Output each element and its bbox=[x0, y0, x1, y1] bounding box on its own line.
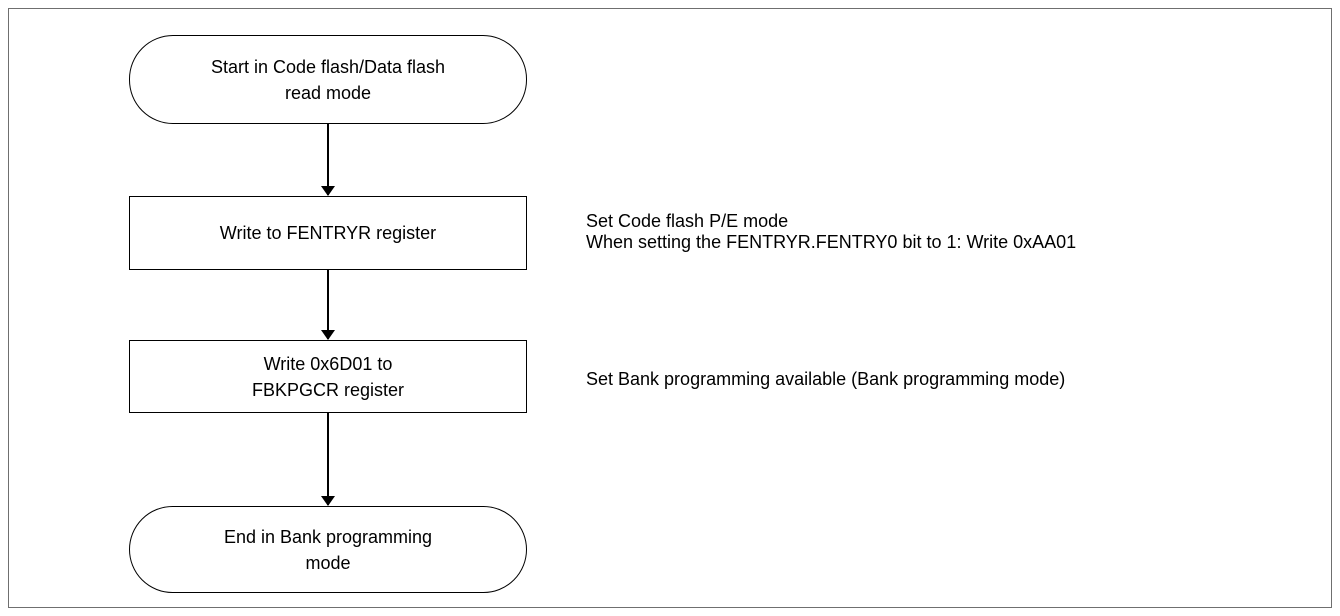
write-fentryr-step: Write to FENTRYR register bbox=[129, 196, 527, 270]
fbkpgcr-note: Set Bank programming available (Bank pro… bbox=[586, 369, 1065, 390]
fentryr-note-line: When setting the FENTRYR.FENTRY0 bit to … bbox=[586, 232, 1077, 252]
write-fbkpgcr-step: Write 0x6D01 to FBKPGCR register bbox=[129, 340, 527, 413]
fbkpgcr-note-line: Set Bank programming available (Bank pro… bbox=[586, 369, 1066, 389]
end-terminal: End in Bank programming mode bbox=[129, 506, 527, 593]
start-terminal: Start in Code flash/Data flash read mode bbox=[129, 35, 527, 124]
start-label: Start in Code flash/Data flash read mode bbox=[210, 56, 446, 103]
fentryr-note: Set Code flash P/E mode When setting the… bbox=[586, 211, 1076, 253]
write-fentryr-label: Write to FENTRYR register bbox=[219, 223, 437, 243]
write-fbkpgcr-label: Write 0x6D01 to FBKPGCR register bbox=[251, 353, 405, 400]
fentryr-note-line: Set Code flash P/E mode bbox=[586, 211, 789, 231]
end-label: End in Bank programming mode bbox=[223, 526, 433, 573]
